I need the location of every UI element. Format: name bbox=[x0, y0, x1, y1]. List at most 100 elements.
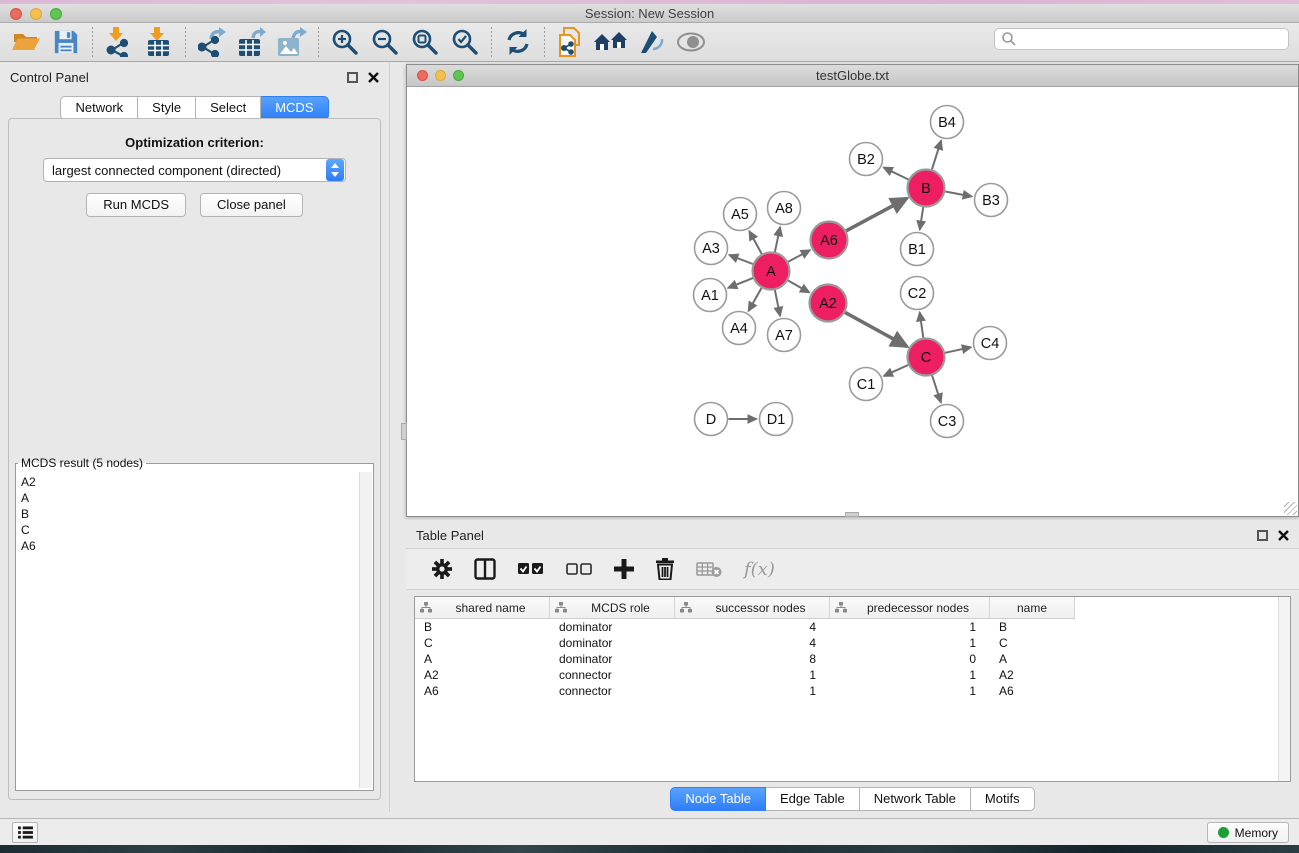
table-cell[interactable]: A bbox=[415, 652, 550, 666]
save-session-button[interactable] bbox=[46, 26, 86, 58]
table-tab-network-table[interactable]: Network Table bbox=[860, 787, 971, 811]
graph-node-B[interactable]: B bbox=[908, 170, 945, 207]
tab-mcds[interactable]: MCDS bbox=[261, 96, 328, 120]
table-cell[interactable]: A6 bbox=[415, 684, 550, 698]
delete-row-button[interactable] bbox=[656, 558, 674, 580]
graph-node-A[interactable]: A bbox=[753, 253, 790, 290]
eye-button[interactable] bbox=[671, 26, 711, 58]
table-tab-motifs[interactable]: Motifs bbox=[971, 787, 1035, 811]
zoom-fit-button[interactable] bbox=[405, 26, 445, 58]
table-cell[interactable]: B bbox=[415, 620, 550, 634]
table-row[interactable]: Adominator80A bbox=[415, 651, 1290, 667]
zoom-in-button[interactable] bbox=[325, 26, 365, 58]
table-cell[interactable]: 0 bbox=[830, 652, 990, 666]
graph-node-B2[interactable]: B2 bbox=[850, 143, 883, 176]
edge-A6-B[interactable] bbox=[846, 198, 907, 231]
table-row[interactable]: A2connector11A2 bbox=[415, 667, 1290, 683]
graph-node-C[interactable]: C bbox=[908, 339, 945, 376]
maximize-network-icon[interactable] bbox=[453, 70, 464, 81]
graph-node-A3[interactable]: A3 bbox=[695, 232, 728, 265]
column-header-predecessor-nodes[interactable]: predecessor nodes bbox=[830, 597, 990, 619]
close-network-icon[interactable] bbox=[417, 70, 428, 81]
table-row[interactable]: Cdominator41C bbox=[415, 635, 1290, 651]
home-layout-button[interactable] bbox=[591, 26, 631, 58]
edge-A-A1[interactable] bbox=[728, 278, 753, 288]
float-panel-icon[interactable] bbox=[347, 72, 358, 83]
edge-C-C3[interactable] bbox=[932, 376, 941, 403]
minimize-network-icon[interactable] bbox=[435, 70, 446, 81]
zoom-selected-button[interactable] bbox=[445, 26, 485, 58]
criterion-dropdown[interactable]: largest connected component (directed) bbox=[43, 158, 346, 182]
table-cell[interactable]: 1 bbox=[830, 636, 990, 650]
import-table-button[interactable] bbox=[139, 26, 179, 58]
table-cell[interactable]: A6 bbox=[990, 684, 1075, 698]
table-cell[interactable]: A2 bbox=[415, 668, 550, 682]
close-table-panel-icon[interactable] bbox=[1278, 530, 1289, 541]
float-table-panel-icon[interactable] bbox=[1257, 530, 1268, 541]
table-settings-button[interactable] bbox=[432, 559, 452, 579]
mcds-result-item[interactable]: A6 bbox=[21, 538, 358, 554]
show-graphics-details-button[interactable] bbox=[631, 26, 671, 58]
table-cell[interactable]: 1 bbox=[830, 668, 990, 682]
mcds-result-item[interactable]: A2 bbox=[21, 474, 358, 490]
node-table[interactable]: shared nameMCDS rolesuccessor nodesprede… bbox=[414, 596, 1291, 782]
function-builder-button[interactable]: f(x) bbox=[744, 559, 775, 580]
import-network-button[interactable] bbox=[99, 26, 139, 58]
search-input[interactable] bbox=[994, 28, 1289, 50]
edge-A-A4[interactable] bbox=[749, 288, 762, 311]
mcds-result-item[interactable]: C bbox=[21, 522, 358, 538]
table-cell[interactable]: C bbox=[415, 636, 550, 650]
tab-select[interactable]: Select bbox=[196, 96, 261, 120]
close-panel-button[interactable]: Close panel bbox=[200, 193, 303, 217]
column-header-successor-nodes[interactable]: successor nodes bbox=[675, 597, 830, 619]
graph-node-A7[interactable]: A7 bbox=[768, 319, 801, 352]
zoom-out-button[interactable] bbox=[365, 26, 405, 58]
open-session-button[interactable] bbox=[6, 26, 46, 58]
edge-A-A7[interactable] bbox=[775, 290, 780, 316]
table-cell[interactable]: 8 bbox=[675, 652, 830, 666]
graph-node-B4[interactable]: B4 bbox=[931, 106, 964, 139]
table-cell[interactable]: C bbox=[990, 636, 1075, 650]
table-tab-node-table[interactable]: Node Table bbox=[670, 787, 766, 811]
edge-A2-C[interactable] bbox=[845, 312, 907, 346]
graph-node-C3[interactable]: C3 bbox=[931, 405, 964, 438]
column-header-shared-name[interactable]: shared name bbox=[415, 597, 550, 619]
graph-node-B3[interactable]: B3 bbox=[975, 184, 1008, 217]
resize-grip-icon[interactable] bbox=[1284, 502, 1297, 515]
network-hscroll-thumb[interactable] bbox=[845, 512, 859, 517]
graph-node-D1[interactable]: D1 bbox=[760, 403, 793, 436]
table-cell[interactable]: 1 bbox=[675, 684, 830, 698]
column-header-MCDS-role[interactable]: MCDS role bbox=[550, 597, 675, 619]
edge-B-B1[interactable] bbox=[920, 207, 923, 229]
graph-node-A5[interactable]: A5 bbox=[724, 198, 757, 231]
mcds-result-item[interactable]: A bbox=[21, 490, 358, 506]
task-history-button[interactable] bbox=[12, 822, 38, 843]
network-window-titlebar[interactable]: testGlobe.txt bbox=[407, 65, 1298, 87]
edge-A-A2[interactable] bbox=[788, 281, 809, 293]
tab-style[interactable]: Style bbox=[138, 96, 196, 120]
table-cell[interactable]: 1 bbox=[675, 668, 830, 682]
graph-node-A1[interactable]: A1 bbox=[694, 279, 727, 312]
graph-node-C4[interactable]: C4 bbox=[974, 327, 1007, 360]
edge-A-A3[interactable] bbox=[729, 255, 753, 264]
table-cell[interactable]: A bbox=[990, 652, 1075, 666]
edge-C-C4[interactable] bbox=[945, 347, 971, 353]
close-panel-icon[interactable] bbox=[368, 72, 379, 83]
table-cell[interactable]: A2 bbox=[990, 668, 1075, 682]
table-cell[interactable]: 4 bbox=[675, 620, 830, 634]
tab-network[interactable]: Network bbox=[60, 96, 138, 120]
graph-node-A8[interactable]: A8 bbox=[768, 192, 801, 225]
table-cell[interactable]: 4 bbox=[675, 636, 830, 650]
table-cell[interactable]: 1 bbox=[830, 684, 990, 698]
table-cell[interactable]: 1 bbox=[830, 620, 990, 634]
graph-node-B1[interactable]: B1 bbox=[901, 233, 934, 266]
edge-A-A5[interactable] bbox=[749, 231, 761, 254]
select-all-button[interactable] bbox=[518, 563, 544, 575]
graph-node-A2[interactable]: A2 bbox=[810, 285, 847, 322]
edge-B-B2[interactable] bbox=[884, 168, 909, 180]
table-row[interactable]: Bdominator41B bbox=[415, 619, 1290, 635]
graph-node-C1[interactable]: C1 bbox=[850, 368, 883, 401]
table-cell[interactable]: connector bbox=[550, 668, 675, 682]
graph-node-C2[interactable]: C2 bbox=[901, 277, 934, 310]
graph-node-A4[interactable]: A4 bbox=[723, 312, 756, 345]
